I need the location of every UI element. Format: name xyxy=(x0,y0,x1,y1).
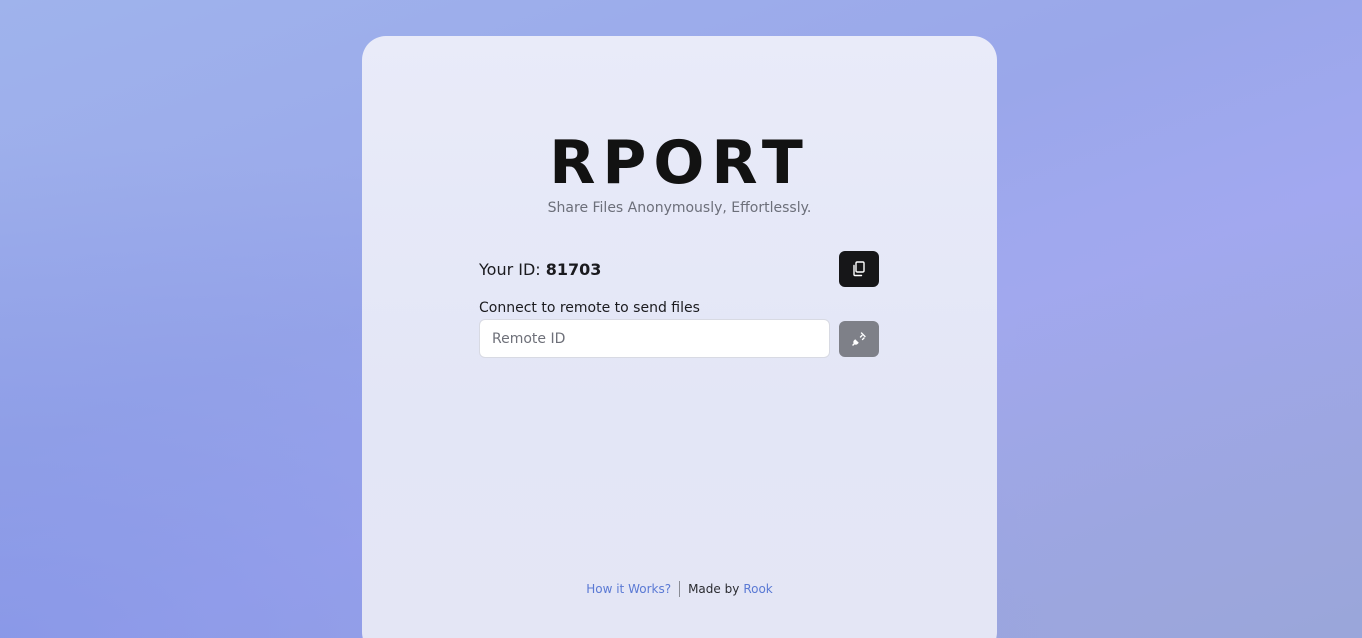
made-by-text: Made by xyxy=(688,582,740,596)
footer: How it Works? Made by Rook xyxy=(362,581,997,597)
app-tagline: Share Files Anonymously, Effortlessly. xyxy=(547,200,812,216)
footer-divider xyxy=(679,581,681,597)
connect-button[interactable] xyxy=(839,321,879,357)
your-id-value: 81703 xyxy=(545,260,602,279)
your-id-text: Your ID: 81703 xyxy=(479,260,601,279)
how-it-works-link[interactable]: How it Works? xyxy=(586,582,671,596)
your-id-label: Your ID: xyxy=(479,260,541,279)
main-card: RPORT Share Files Anonymously, Effortles… xyxy=(362,36,997,638)
connect-label: Connect to remote to send files xyxy=(479,300,700,316)
author-link[interactable]: Rook xyxy=(743,582,772,596)
plug-icon xyxy=(852,332,866,346)
your-id-row: Your ID: 81703 xyxy=(479,251,879,287)
copy-icon xyxy=(853,261,865,277)
copy-id-button[interactable] xyxy=(839,251,879,287)
app-logo-title: RPORT xyxy=(549,128,810,198)
remote-id-input[interactable] xyxy=(479,319,830,358)
